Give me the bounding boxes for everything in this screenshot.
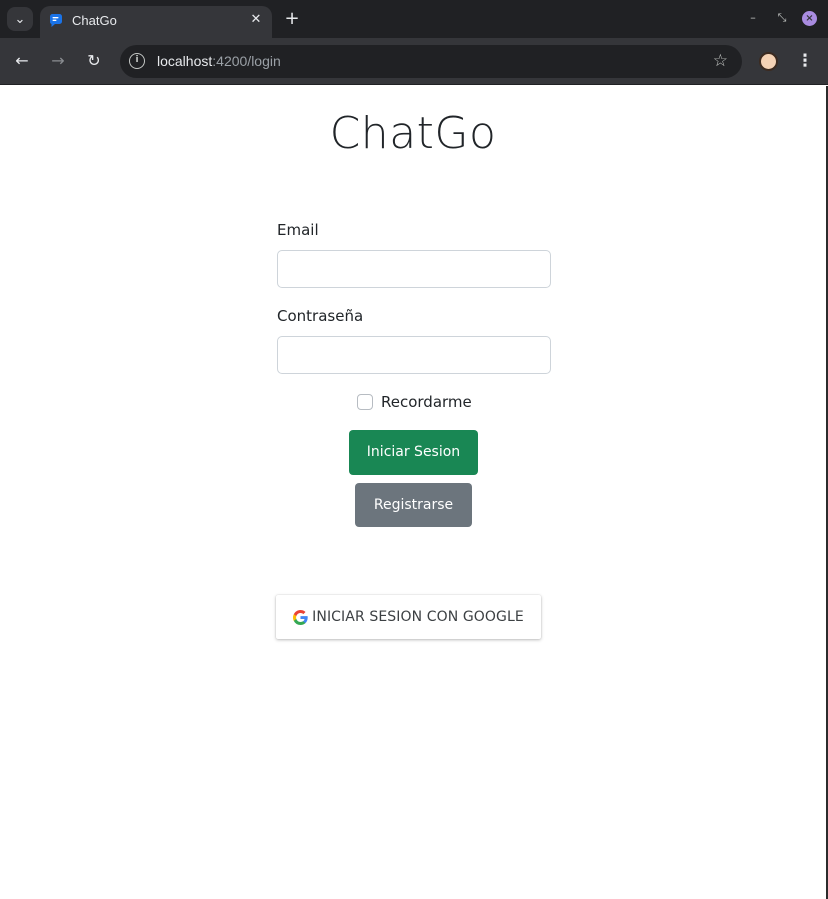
site-info-icon[interactable]: i [129, 53, 145, 69]
kebab-menu-icon[interactable]: ⋮ [796, 50, 814, 72]
profile-avatar[interactable] [759, 52, 778, 71]
reload-icon[interactable]: ↻ [84, 51, 104, 71]
bookmark-star-icon[interactable]: ☆ [713, 51, 728, 71]
browser-toolbar: ← → ↻ i localhost:4200/login ☆ [0, 38, 828, 85]
page-title: ChatGo [329, 108, 497, 159]
login-button[interactable]: Iniciar Sesion [349, 430, 478, 475]
window-close-icon[interactable]: × [802, 11, 817, 26]
browser-tab-active[interactable]: ChatGo ✕ [40, 6, 272, 38]
url-text[interactable]: localhost:4200/login [157, 53, 281, 69]
tab-list-button[interactable]: ⌄ [7, 7, 33, 31]
tab-close-icon[interactable]: ✕ [248, 12, 264, 28]
new-tab-plus-icon[interactable]: + [282, 9, 302, 29]
google-signin-button[interactable]: INICIAR SESION CON GOOGLE [276, 595, 541, 639]
chevron-down-icon: ⌄ [14, 11, 26, 27]
email-field[interactable] [277, 250, 551, 288]
password-field[interactable] [277, 336, 551, 374]
tab-title: ChatGo [72, 13, 117, 28]
remember-checkbox[interactable] [357, 394, 373, 410]
remember-label[interactable]: Recordarme [381, 393, 472, 411]
google-g-icon [293, 609, 308, 625]
forward-arrow-icon[interactable]: → [48, 51, 68, 71]
url-host: localhost [157, 53, 213, 69]
password-label: Contraseña [277, 307, 364, 325]
email-label: Email [277, 221, 319, 239]
address-bar[interactable]: i localhost:4200/login ☆ [120, 45, 742, 78]
back-arrow-icon[interactable]: ← [12, 51, 32, 71]
register-button[interactable]: Registrarse [355, 483, 472, 527]
chat-favicon-icon [49, 14, 62, 27]
restore-icon[interactable]: ⤡ [774, 10, 790, 26]
browser-tab-strip: ⌄ ChatGo ✕ + – ⤡ × [0, 0, 828, 38]
remember-me[interactable]: Recordarme [357, 393, 472, 411]
login-page: ChatGo Email Contraseña Recordarme Inici… [0, 86, 826, 899]
url-path: :4200/login [212, 53, 281, 69]
minimize-icon[interactable]: – [745, 10, 761, 26]
google-signin-label: INICIAR SESION CON GOOGLE [312, 609, 524, 625]
